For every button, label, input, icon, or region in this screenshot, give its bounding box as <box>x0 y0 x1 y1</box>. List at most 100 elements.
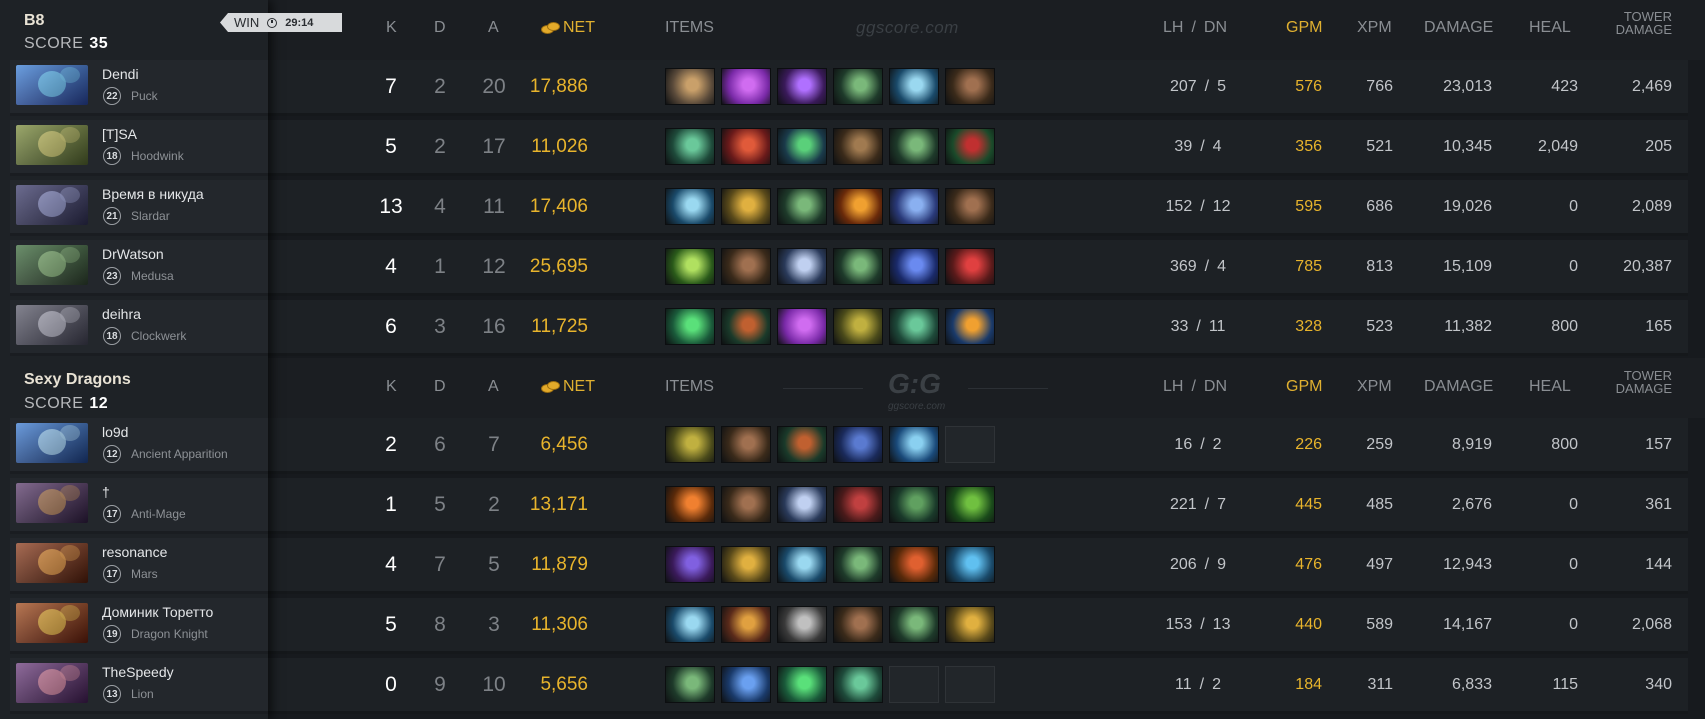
item-slot[interactable] <box>833 308 883 345</box>
player-card[interactable]: † 17 Anti-Mage <box>10 478 268 534</box>
item-slot[interactable] <box>777 606 827 643</box>
hero-portrait[interactable] <box>16 245 88 285</box>
item-slot[interactable] <box>889 68 939 105</box>
item-slot[interactable] <box>889 188 939 225</box>
gold-coins-icon <box>541 22 560 34</box>
player-name[interactable]: DrWatson <box>102 246 164 262</box>
hero-portrait[interactable] <box>16 543 88 583</box>
item-slot[interactable] <box>777 188 827 225</box>
item-slot[interactable] <box>665 666 715 703</box>
item-slot[interactable] <box>721 666 771 703</box>
hero-portrait[interactable] <box>16 603 88 643</box>
item-slot[interactable] <box>665 426 715 463</box>
item-slot[interactable] <box>777 546 827 583</box>
player-name[interactable]: TheSpeedy <box>102 664 174 680</box>
item-slot[interactable] <box>665 128 715 165</box>
player-name[interactable]: Доминик Торетто <box>102 604 213 620</box>
player-card[interactable]: Доминик Торетто 19 Dragon Knight <box>10 598 268 654</box>
item-slot[interactable] <box>833 188 883 225</box>
player-name[interactable]: deihra <box>102 306 141 322</box>
hero-portrait[interactable] <box>16 663 88 703</box>
hero-portrait[interactable] <box>16 483 88 523</box>
item-slot[interactable] <box>833 68 883 105</box>
item-slot[interactable] <box>777 486 827 523</box>
item-slot[interactable] <box>721 546 771 583</box>
item-slot[interactable] <box>665 308 715 345</box>
stat-deaths: 4 <box>434 194 446 218</box>
item-slot[interactable] <box>665 606 715 643</box>
player-level-badge: 12 <box>103 445 121 463</box>
player-card[interactable]: TheSpeedy 13 Lion <box>10 658 268 714</box>
item-icon <box>666 427 714 462</box>
item-slot[interactable] <box>833 546 883 583</box>
item-slot[interactable] <box>945 486 995 523</box>
item-slot[interactable] <box>721 308 771 345</box>
item-slot[interactable] <box>889 248 939 285</box>
item-slot[interactable] <box>833 128 883 165</box>
item-slot[interactable] <box>777 68 827 105</box>
hero-portrait[interactable] <box>16 305 88 345</box>
item-slot[interactable] <box>945 188 995 225</box>
item-slot[interactable] <box>945 68 995 105</box>
item-slot[interactable] <box>665 248 715 285</box>
stat-denies: 13 <box>1212 615 1231 633</box>
player-name[interactable]: [T]SA <box>102 126 137 142</box>
stat-networth: 11,725 <box>531 315 588 337</box>
player-name[interactable]: lo9d <box>102 424 128 440</box>
empty-item-slot[interactable] <box>889 666 939 703</box>
header-items: ITEMS <box>665 19 714 36</box>
item-slot[interactable] <box>889 546 939 583</box>
item-slot[interactable] <box>721 128 771 165</box>
item-slot[interactable] <box>777 666 827 703</box>
item-slot[interactable] <box>665 188 715 225</box>
empty-item-slot[interactable] <box>945 426 995 463</box>
item-slot[interactable] <box>833 426 883 463</box>
item-slot[interactable] <box>777 426 827 463</box>
item-slot[interactable] <box>721 606 771 643</box>
hero-portrait[interactable] <box>16 185 88 225</box>
player-name[interactable]: Dendi <box>102 66 139 82</box>
hero-portrait[interactable] <box>16 125 88 165</box>
item-slot[interactable] <box>833 606 883 643</box>
player-card[interactable]: DrWatson 23 Medusa <box>10 240 268 296</box>
item-slot[interactable] <box>665 68 715 105</box>
player-card[interactable]: resonance 17 Mars <box>10 538 268 594</box>
item-slot[interactable] <box>889 486 939 523</box>
item-slot[interactable] <box>721 248 771 285</box>
player-name[interactable]: Время в никуда <box>102 186 204 202</box>
player-card[interactable]: Время в никуда 21 Slardar <box>10 180 268 236</box>
item-slot[interactable] <box>945 248 995 285</box>
player-name[interactable]: † <box>102 484 110 500</box>
item-slot[interactable] <box>721 486 771 523</box>
item-slot[interactable] <box>665 486 715 523</box>
item-slot[interactable] <box>945 128 995 165</box>
item-slot[interactable] <box>721 426 771 463</box>
item-icon <box>834 547 882 582</box>
player-card[interactable]: lo9d 12 Ancient Apparition <box>10 418 268 474</box>
player-card[interactable]: [T]SA 18 Hoodwink <box>10 120 268 176</box>
item-slot[interactable] <box>721 68 771 105</box>
column-header-row: K D A NET ITEMS LH / DN GPM XPM DAMAGE HEAL TOWER DAM… <box>268 358 1705 418</box>
item-slot[interactable] <box>777 128 827 165</box>
item-slot[interactable] <box>889 128 939 165</box>
item-slot[interactable] <box>889 606 939 643</box>
item-slot[interactable] <box>777 308 827 345</box>
item-slot[interactable] <box>833 486 883 523</box>
player-card[interactable]: deihra 18 Clockwerk <box>10 300 268 356</box>
item-slot[interactable] <box>665 546 715 583</box>
item-slot[interactable] <box>777 248 827 285</box>
stat-lh-dn-slash: / <box>1199 675 1205 693</box>
empty-item-slot[interactable] <box>945 666 995 703</box>
item-slot[interactable] <box>721 188 771 225</box>
hero-portrait[interactable] <box>16 65 88 105</box>
item-slot[interactable] <box>945 546 995 583</box>
item-slot[interactable] <box>833 666 883 703</box>
item-slot[interactable] <box>889 308 939 345</box>
item-slot[interactable] <box>945 606 995 643</box>
item-slot[interactable] <box>889 426 939 463</box>
player-name[interactable]: resonance <box>102 544 167 560</box>
item-slot[interactable] <box>833 248 883 285</box>
hero-portrait[interactable] <box>16 423 88 463</box>
player-card[interactable]: Dendi 22 Puck <box>10 60 268 116</box>
item-slot[interactable] <box>945 308 995 345</box>
